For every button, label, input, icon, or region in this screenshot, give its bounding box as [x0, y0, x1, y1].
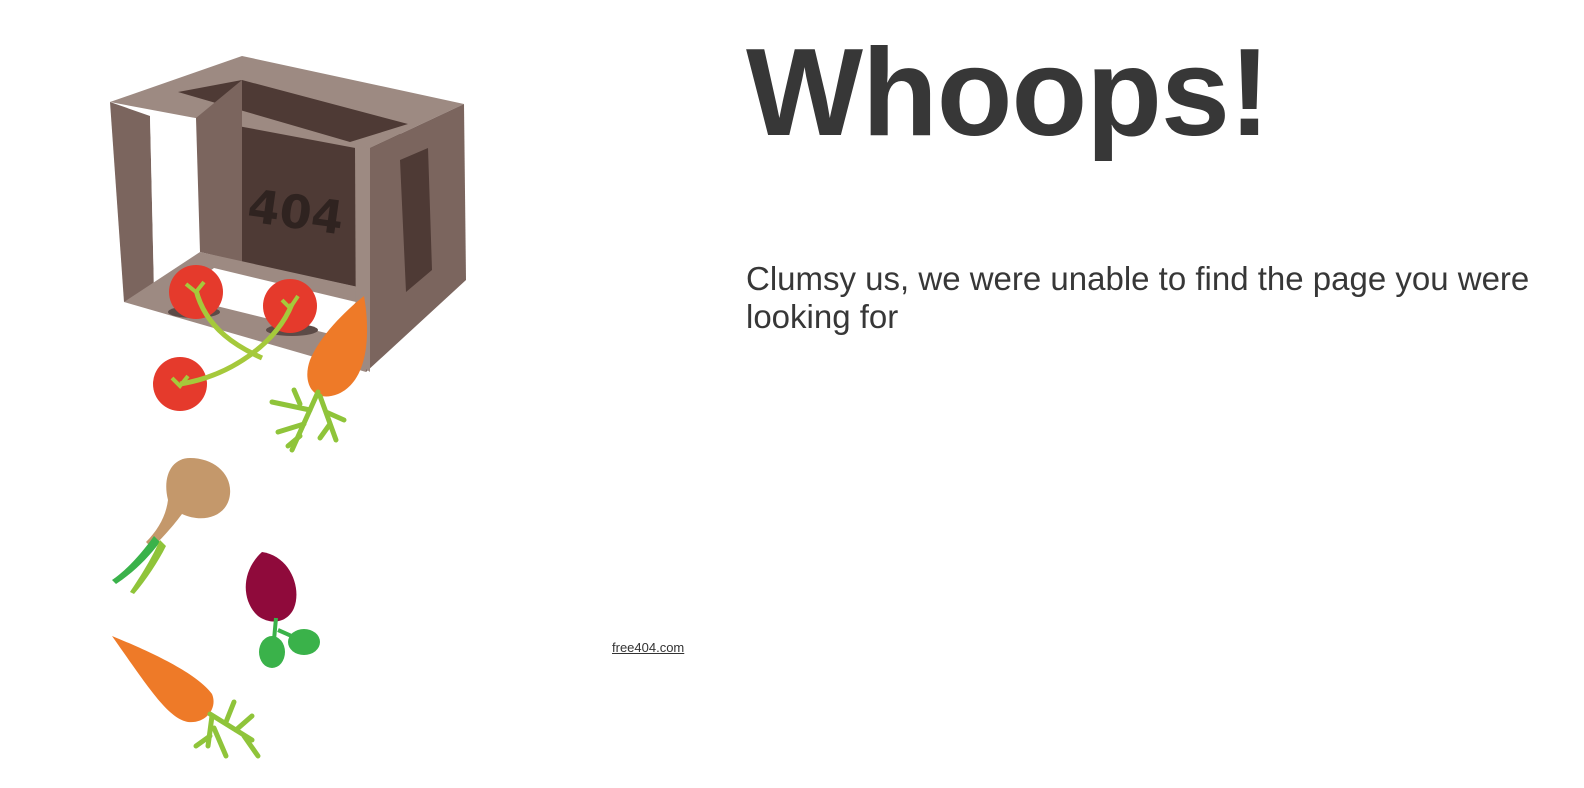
crate-illustration: 404 [110, 56, 466, 759]
error-message: Clumsy us, we were unable to find the pa… [746, 260, 1530, 335]
error-content: Whoops! Clumsy us, we were unable to fin… [746, 20, 1566, 336]
beet-icon [245, 552, 320, 668]
page-title: Whoops! [746, 24, 1270, 162]
carrot-icon [112, 636, 261, 759]
potato-icon [112, 458, 231, 594]
credit-link[interactable]: free404.com [612, 640, 684, 655]
error-page: 404 free404.com Whoops! Clumsy us, we we… [0, 0, 1584, 788]
